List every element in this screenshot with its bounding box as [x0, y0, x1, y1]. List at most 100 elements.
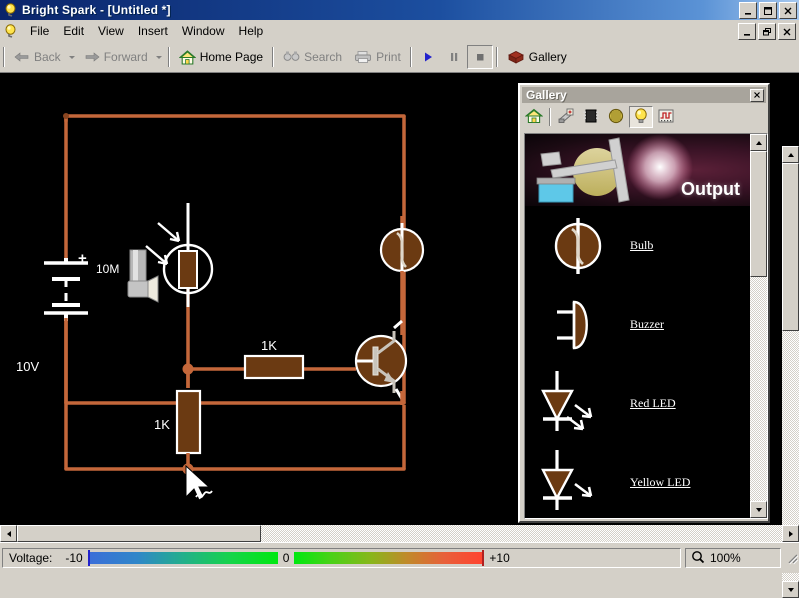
- scroll-thumb-horizontal[interactable]: [17, 525, 261, 542]
- gallery-banner: Output: [525, 134, 750, 206]
- gallery-item-label[interactable]: Yellow LED: [630, 475, 690, 490]
- scroll-left-button[interactable]: [0, 525, 17, 542]
- gallery-label: Gallery: [529, 50, 567, 64]
- gallery-close-button[interactable]: [750, 89, 764, 102]
- status-bar: Voltage: -10 0 +10 100%: [0, 542, 799, 573]
- mdi-close-button[interactable]: [778, 23, 796, 40]
- gallery-item-buzzer[interactable]: Buzzer: [525, 285, 750, 364]
- zoom-panel[interactable]: 100%: [685, 548, 781, 568]
- gallery-add-component-button[interactable]: [554, 106, 578, 128]
- close-button[interactable]: [779, 2, 797, 19]
- gallery-title-bar: Gallery: [522, 87, 766, 103]
- signal-icon: [657, 108, 675, 127]
- toolbar-separator: [168, 47, 170, 67]
- menu-item-help[interactable]: Help: [232, 22, 271, 40]
- gallery-home-button[interactable]: [522, 106, 546, 128]
- menu-item-edit[interactable]: Edit: [56, 22, 91, 40]
- application-window: Bright Spark - [Untitled *] File Edit Vi…: [0, 0, 799, 572]
- bulb-icon: [633, 108, 649, 127]
- battery-symbol: [44, 258, 88, 321]
- toolbar-separator: [410, 47, 412, 67]
- title-bar: Bright Spark - [Untitled *]: [0, 0, 799, 20]
- zoom-level-label: 100%: [710, 551, 741, 565]
- home-icon: [179, 50, 196, 65]
- bulb-symbol-icon: [525, 215, 630, 277]
- back-button[interactable]: Back: [8, 45, 67, 69]
- gallery-icon: [507, 50, 525, 64]
- menu-item-view[interactable]: View: [91, 22, 131, 40]
- print-icon: [354, 50, 372, 64]
- minimize-button[interactable]: [739, 2, 757, 19]
- maximize-button[interactable]: [759, 2, 777, 19]
- gallery-scroll-down-button[interactable]: [750, 501, 767, 518]
- scroll-down-button[interactable]: [782, 581, 799, 598]
- home-page-label: Home Page: [200, 50, 263, 64]
- main-toolbar: Back Forward Home Page: [0, 42, 799, 73]
- gallery-vertical-scrollbar[interactable]: [750, 134, 767, 518]
- resistor-horizontal-label: 1K: [261, 338, 277, 353]
- gallery-motor-button[interactable]: [604, 106, 628, 128]
- gallery-button[interactable]: Gallery: [501, 45, 573, 69]
- magnifier-icon: [691, 550, 705, 567]
- gallery-item-yellow-led[interactable]: Yellow LED: [525, 443, 750, 518]
- mdi-minimize-button[interactable]: [738, 23, 756, 40]
- resistor-vertical-label: 1K: [154, 417, 170, 432]
- gallery-item-label[interactable]: Buzzer: [630, 317, 664, 332]
- motor-icon: [607, 108, 625, 127]
- home-page-button[interactable]: Home Page: [173, 45, 269, 69]
- bulb-icon: [4, 24, 18, 38]
- back-dropdown-icon[interactable]: [67, 46, 78, 68]
- gallery-scroll-thumb[interactable]: [750, 151, 767, 277]
- gallery-item-label[interactable]: Red LED: [630, 396, 676, 411]
- mouse-cursor: [186, 466, 212, 500]
- canvas-horizontal-scrollbar[interactable]: [0, 525, 799, 542]
- gallery-chip-button[interactable]: [579, 106, 603, 128]
- mdi-restore-button[interactable]: [758, 23, 776, 40]
- voltage-gradient-positive: [294, 552, 482, 564]
- forward-button[interactable]: Forward: [78, 45, 154, 69]
- add-component-icon: [557, 108, 575, 127]
- gallery-item-label[interactable]: Bulb: [630, 238, 653, 253]
- menu-item-file[interactable]: File: [23, 22, 56, 40]
- search-icon: [283, 50, 300, 64]
- window-title: Bright Spark - [Untitled *]: [22, 3, 171, 17]
- yellow-led-symbol-icon: [525, 448, 630, 518]
- gallery-item-bulb[interactable]: Bulb: [525, 206, 750, 285]
- gallery-scroll-up-button[interactable]: [750, 134, 767, 151]
- battery-label: 10V: [16, 359, 39, 374]
- gallery-item-red-led[interactable]: Red LED: [525, 364, 750, 443]
- toolbar-separator: [496, 47, 498, 67]
- gallery-list[interactable]: Output Bulb: [525, 134, 750, 518]
- gallery-title: Gallery: [522, 88, 567, 102]
- menu-item-insert[interactable]: Insert: [131, 22, 175, 40]
- toolbar-separator: [3, 47, 5, 67]
- pause-button[interactable]: [441, 45, 467, 69]
- gallery-banner-title: Output: [681, 179, 740, 200]
- gallery-bulb-button[interactable]: [629, 106, 653, 128]
- scroll-up-button[interactable]: [782, 146, 799, 163]
- search-button[interactable]: Search: [277, 45, 348, 69]
- gallery-panel: Gallery: [518, 83, 770, 523]
- back-label: Back: [34, 50, 61, 64]
- print-button[interactable]: Print: [348, 45, 407, 69]
- chip-icon: [582, 108, 600, 127]
- resize-gripper[interactable]: [785, 551, 799, 565]
- scroll-thumb-vertical[interactable]: [782, 163, 799, 331]
- menu-bar: File Edit View Insert Window Help: [0, 20, 799, 43]
- forward-label: Forward: [104, 50, 148, 64]
- ldr-label: 10M: [96, 262, 119, 276]
- voltage-gradient-negative: [90, 552, 278, 564]
- gallery-list-container: Output Bulb: [524, 133, 768, 519]
- scroll-right-button[interactable]: [782, 525, 799, 542]
- mdi-child-controls: [738, 23, 796, 40]
- voltage-max-label: +10: [484, 551, 514, 565]
- play-button[interactable]: [415, 45, 441, 69]
- resistor-horizontal: [245, 356, 303, 378]
- menu-item-window[interactable]: Window: [175, 22, 232, 40]
- forward-dropdown-icon[interactable]: [154, 46, 165, 68]
- stop-button[interactable]: [467, 45, 493, 69]
- gallery-signal-button[interactable]: [654, 106, 678, 128]
- print-label: Print: [376, 50, 401, 64]
- battery-plus-label: +: [78, 250, 87, 267]
- red-led-symbol-icon: [525, 369, 630, 439]
